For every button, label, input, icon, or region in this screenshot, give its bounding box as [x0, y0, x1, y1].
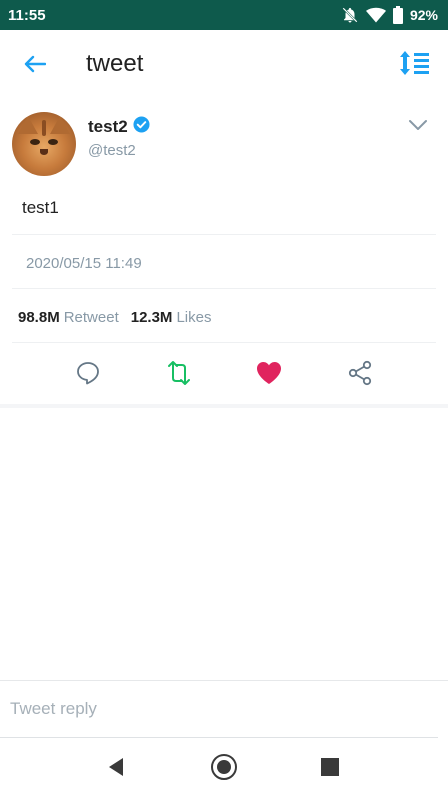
like-label[interactable]: Likes: [176, 309, 211, 326]
avatar[interactable]: [12, 112, 76, 176]
tweet-detail-screen: 11:55 92% tweet test2 @test2 test1 2020/…: [0, 0, 448, 800]
heart-icon: [255, 360, 283, 391]
battery-percent: 92%: [409, 7, 438, 23]
tweet-timestamp: 2020/05/15 11:49: [26, 255, 142, 272]
tweet-actions: [0, 356, 448, 396]
divider: [12, 288, 436, 289]
retweet-count[interactable]: 98.8M: [18, 309, 60, 326]
divider: [12, 234, 436, 235]
section-separator: [0, 404, 448, 408]
nav-back-button[interactable]: [98, 752, 134, 786]
divider: [12, 342, 436, 343]
arrow-left-icon: [24, 55, 47, 78]
sort-list-icon: [399, 50, 431, 81]
page-title: tweet: [86, 50, 144, 77]
display-name-text: test2: [88, 117, 128, 136]
retweet-button[interactable]: [162, 358, 196, 392]
battery-icon: [392, 6, 403, 24]
reply-bar: [0, 680, 448, 739]
tweet-stats: 98.8M Retweet 12.3M Likes: [18, 309, 219, 326]
verified-badge-icon: [133, 116, 150, 138]
nav-recents-button[interactable]: [312, 752, 348, 786]
share-icon: [347, 360, 373, 391]
display-name[interactable]: test2: [88, 116, 150, 138]
square-recents-icon: [320, 757, 340, 782]
status-bar: 11:55 92%: [0, 0, 448, 30]
reply-button[interactable]: [71, 358, 105, 392]
triangle-back-icon: [106, 756, 126, 783]
tweet-menu-button[interactable]: [408, 118, 430, 136]
back-button[interactable]: [20, 52, 50, 80]
circle-home-icon: [210, 753, 238, 786]
share-button[interactable]: [343, 358, 377, 392]
wifi-icon: [365, 7, 386, 23]
like-button[interactable]: [252, 358, 286, 392]
status-time: 11:55: [8, 6, 46, 24]
notifications-off-icon: [341, 6, 359, 24]
comment-icon: [75, 360, 101, 391]
user-handle: @test2: [88, 142, 136, 159]
reply-input[interactable]: [0, 681, 448, 737]
app-bar: tweet: [0, 30, 448, 102]
sort-button[interactable]: [398, 50, 432, 80]
navigation-bar: [0, 738, 448, 800]
status-icons: 92%: [341, 6, 438, 24]
retweet-icon: [164, 360, 194, 391]
like-count[interactable]: 12.3M: [131, 309, 173, 326]
tweet-header: test2 @test2: [0, 102, 448, 184]
nav-home-button[interactable]: [206, 752, 242, 786]
tweet-text: test1: [22, 198, 59, 217]
chevron-down-icon: [408, 119, 428, 136]
retweet-label[interactable]: Retweet: [64, 309, 119, 326]
